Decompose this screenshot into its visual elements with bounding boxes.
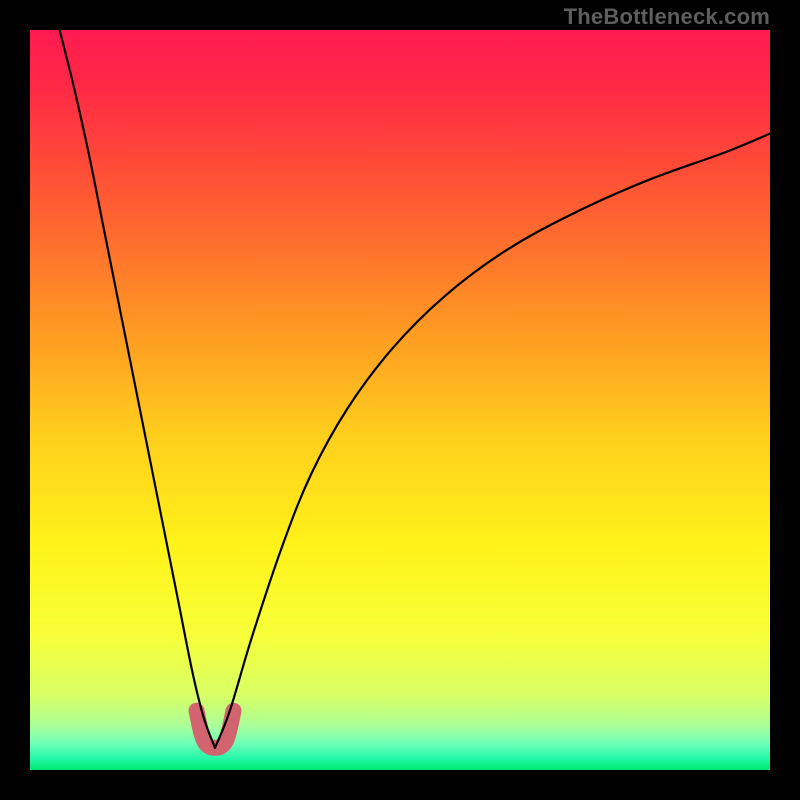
curve-left-arm xyxy=(60,30,215,748)
chart-curve xyxy=(30,30,770,770)
plot-area xyxy=(30,30,770,770)
watermark-text: TheBottleneck.com xyxy=(564,4,770,30)
curve-right-arm xyxy=(215,134,770,748)
frame: TheBottleneck.com xyxy=(0,0,800,800)
